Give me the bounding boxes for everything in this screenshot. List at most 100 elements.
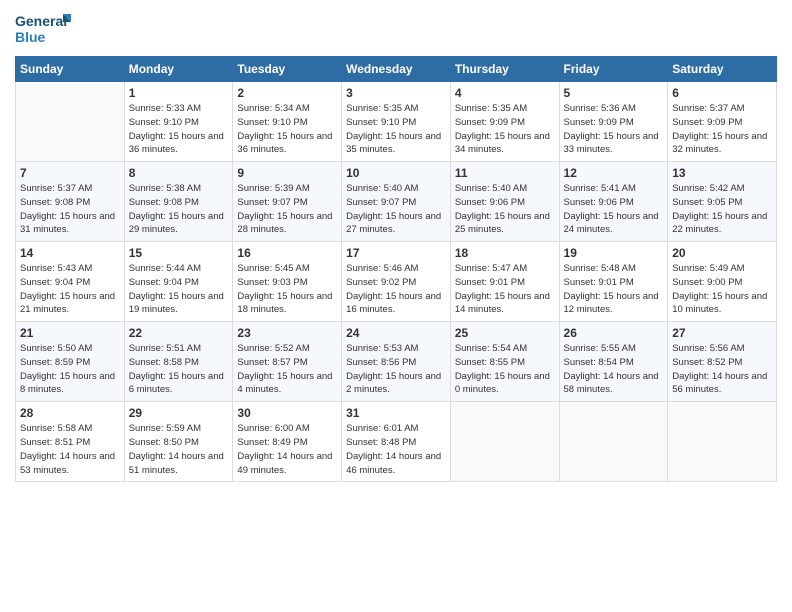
calendar-cell: 14 Sunrise: 5:43 AMSunset: 9:04 PMDayligh…: [16, 242, 125, 322]
day-number: 8: [129, 166, 229, 180]
day-info: Sunrise: 5:42 AMSunset: 9:05 PMDaylight:…: [672, 182, 772, 237]
day-number: 1: [129, 86, 229, 100]
week-row-1: 1 Sunrise: 5:33 AMSunset: 9:10 PMDaylight…: [16, 82, 777, 162]
calendar-cell: 21Sunrise: 5:50 AMSunset: 8:59 PMDayligh…: [16, 322, 125, 402]
calendar-cell: 1 Sunrise: 5:33 AMSunset: 9:10 PMDaylight…: [124, 82, 233, 162]
calendar-cell: 10 Sunrise: 5:40 AMSunset: 9:07 PMDayligh…: [342, 162, 451, 242]
day-number: 7: [20, 166, 120, 180]
calendar-cell: 27 Sunrise: 5:56 AMSunset: 8:52 PMDayligh…: [668, 322, 777, 402]
calendar-cell: 26 Sunrise: 5:55 AMSunset: 8:54 PMDayligh…: [559, 322, 668, 402]
day-info: Sunrise: 5:49 AMSunset: 9:00 PMDaylight:…: [672, 262, 772, 317]
week-row-5: 28 Sunrise: 5:58 AMSunset: 8:51 PMDayligh…: [16, 402, 777, 482]
day-info: Sunrise: 5:35 AMSunset: 9:10 PMDaylight:…: [346, 102, 446, 157]
calendar-cell: 28 Sunrise: 5:58 AMSunset: 8:51 PMDayligh…: [16, 402, 125, 482]
day-info: Sunrise: 5:50 AMSunset: 8:59 PMDaylight:…: [20, 342, 120, 397]
calendar-cell: 4Sunrise: 5:35 AMSunset: 9:09 PMDaylight…: [450, 82, 559, 162]
calendar-cell: [16, 82, 125, 162]
day-info: Sunrise: 5:39 AMSunset: 9:07 PMDaylight:…: [237, 182, 337, 237]
calendar-cell: 25Sunrise: 5:54 AMSunset: 8:55 PMDayligh…: [450, 322, 559, 402]
day-info: Sunrise: 5:33 AMSunset: 9:10 PMDaylight:…: [129, 102, 229, 157]
week-row-2: 7 Sunrise: 5:37 AMSunset: 9:08 PMDaylight…: [16, 162, 777, 242]
header: GeneralBlue: [15, 10, 777, 50]
day-number: 2: [237, 86, 337, 100]
calendar-cell: 12 Sunrise: 5:41 AMSunset: 9:06 PMDayligh…: [559, 162, 668, 242]
calendar-table: SundayMondayTuesdayWednesdayThursdayFrid…: [15, 56, 777, 482]
calendar-cell: 8 Sunrise: 5:38 AMSunset: 9:08 PMDaylight…: [124, 162, 233, 242]
day-number: 22: [129, 326, 229, 340]
day-number: 5: [564, 86, 664, 100]
day-number: 14: [20, 246, 120, 260]
svg-text:General: General: [15, 13, 67, 29]
header-day-friday: Friday: [559, 57, 668, 82]
day-info: Sunrise: 5:54 AMSunset: 8:55 PMDaylight:…: [455, 342, 555, 397]
day-info: Sunrise: 5:40 AMSunset: 9:06 PMDaylight:…: [455, 182, 555, 237]
day-info: Sunrise: 5:45 AMSunset: 9:03 PMDaylight:…: [237, 262, 337, 317]
calendar-cell: 15Sunrise: 5:44 AMSunset: 9:04 PMDayligh…: [124, 242, 233, 322]
calendar-cell: 18Sunrise: 5:47 AMSunset: 9:01 PMDayligh…: [450, 242, 559, 322]
day-info: Sunrise: 5:55 AMSunset: 8:54 PMDaylight:…: [564, 342, 664, 397]
day-number: 29: [129, 406, 229, 420]
day-info: Sunrise: 5:40 AMSunset: 9:07 PMDaylight:…: [346, 182, 446, 237]
day-number: 17: [346, 246, 446, 260]
calendar-cell: 31 Sunrise: 6:01 AMSunset: 8:48 PMDayligh…: [342, 402, 451, 482]
logo-svg: GeneralBlue: [15, 10, 75, 50]
day-info: Sunrise: 5:58 AMSunset: 8:51 PMDaylight:…: [20, 422, 120, 477]
day-number: 3: [346, 86, 446, 100]
day-info: Sunrise: 5:36 AMSunset: 9:09 PMDaylight:…: [564, 102, 664, 157]
calendar-cell: [668, 402, 777, 482]
day-info: Sunrise: 5:38 AMSunset: 9:08 PMDaylight:…: [129, 182, 229, 237]
calendar-cell: 20 Sunrise: 5:49 AMSunset: 9:00 PMDayligh…: [668, 242, 777, 322]
day-info: Sunrise: 5:53 AMSunset: 8:56 PMDaylight:…: [346, 342, 446, 397]
calendar-cell: 23 Sunrise: 5:52 AMSunset: 8:57 PMDayligh…: [233, 322, 342, 402]
day-number: 31: [346, 406, 446, 420]
calendar-cell: [559, 402, 668, 482]
calendar-cell: [450, 402, 559, 482]
calendar-cell: 3 Sunrise: 5:35 AMSunset: 9:10 PMDaylight…: [342, 82, 451, 162]
day-number: 4: [455, 86, 555, 100]
calendar-cell: 24 Sunrise: 5:53 AMSunset: 8:56 PMDayligh…: [342, 322, 451, 402]
header-day-saturday: Saturday: [668, 57, 777, 82]
calendar-cell: 11 Sunrise: 5:40 AMSunset: 9:06 PMDayligh…: [450, 162, 559, 242]
day-number: 10: [346, 166, 446, 180]
day-info: Sunrise: 5:59 AMSunset: 8:50 PMDaylight:…: [129, 422, 229, 477]
day-number: 27: [672, 326, 772, 340]
calendar-cell: 30Sunrise: 6:00 AMSunset: 8:49 PMDayligh…: [233, 402, 342, 482]
day-number: 23: [237, 326, 337, 340]
day-number: 24: [346, 326, 446, 340]
header-day-monday: Monday: [124, 57, 233, 82]
day-info: Sunrise: 6:01 AMSunset: 8:48 PMDaylight:…: [346, 422, 446, 477]
day-info: Sunrise: 5:48 AMSunset: 9:01 PMDaylight:…: [564, 262, 664, 317]
day-info: Sunrise: 5:52 AMSunset: 8:57 PMDaylight:…: [237, 342, 337, 397]
day-info: Sunrise: 5:46 AMSunset: 9:02 PMDaylight:…: [346, 262, 446, 317]
day-number: 12: [564, 166, 664, 180]
svg-text:Blue: Blue: [15, 29, 46, 45]
day-info: Sunrise: 5:44 AMSunset: 9:04 PMDaylight:…: [129, 262, 229, 317]
day-info: Sunrise: 5:41 AMSunset: 9:06 PMDaylight:…: [564, 182, 664, 237]
day-info: Sunrise: 5:37 AMSunset: 9:08 PMDaylight:…: [20, 182, 120, 237]
header-row: SundayMondayTuesdayWednesdayThursdayFrid…: [16, 57, 777, 82]
day-number: 28: [20, 406, 120, 420]
day-info: Sunrise: 6:00 AMSunset: 8:49 PMDaylight:…: [237, 422, 337, 477]
logo: GeneralBlue: [15, 10, 75, 50]
day-info: Sunrise: 5:43 AMSunset: 9:04 PMDaylight:…: [20, 262, 120, 317]
day-info: Sunrise: 5:34 AMSunset: 9:10 PMDaylight:…: [237, 102, 337, 157]
calendar-cell: 16 Sunrise: 5:45 AMSunset: 9:03 PMDayligh…: [233, 242, 342, 322]
week-row-4: 21Sunrise: 5:50 AMSunset: 8:59 PMDayligh…: [16, 322, 777, 402]
header-day-thursday: Thursday: [450, 57, 559, 82]
week-row-3: 14 Sunrise: 5:43 AMSunset: 9:04 PMDayligh…: [16, 242, 777, 322]
calendar-cell: 2 Sunrise: 5:34 AMSunset: 9:10 PMDaylight…: [233, 82, 342, 162]
header-day-tuesday: Tuesday: [233, 57, 342, 82]
calendar-cell: 9Sunrise: 5:39 AMSunset: 9:07 PMDaylight…: [233, 162, 342, 242]
calendar-cell: 19 Sunrise: 5:48 AMSunset: 9:01 PMDayligh…: [559, 242, 668, 322]
day-number: 26: [564, 326, 664, 340]
page: GeneralBlue SundayMondayTuesdayWednesday…: [0, 0, 792, 612]
day-info: Sunrise: 5:56 AMSunset: 8:52 PMDaylight:…: [672, 342, 772, 397]
day-number: 20: [672, 246, 772, 260]
day-number: 16: [237, 246, 337, 260]
day-number: 19: [564, 246, 664, 260]
calendar-cell: 5 Sunrise: 5:36 AMSunset: 9:09 PMDaylight…: [559, 82, 668, 162]
day-info: Sunrise: 5:47 AMSunset: 9:01 PMDaylight:…: [455, 262, 555, 317]
day-number: 11: [455, 166, 555, 180]
header-day-sunday: Sunday: [16, 57, 125, 82]
day-number: 13: [672, 166, 772, 180]
